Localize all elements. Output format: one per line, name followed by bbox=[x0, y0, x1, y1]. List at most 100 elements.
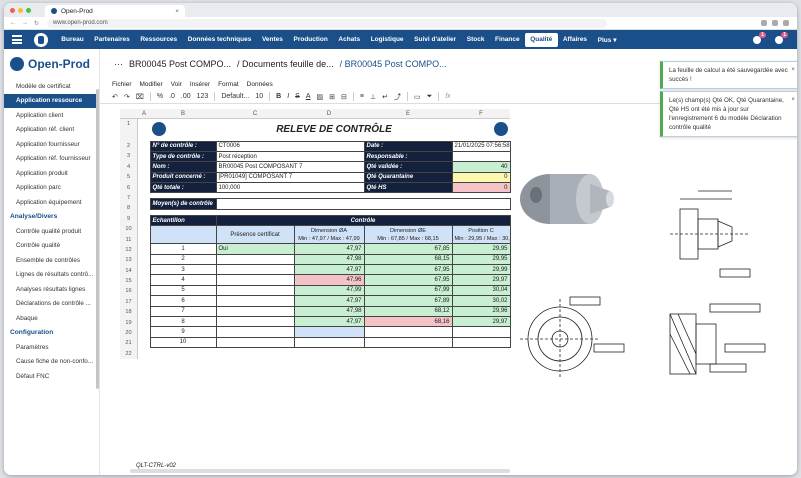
menu-item-3[interactable]: Données techniques bbox=[182, 30, 256, 49]
measure-cell-a[interactable]: 47,97 bbox=[293, 295, 365, 307]
row-number[interactable]: 8 bbox=[120, 203, 137, 213]
measure-cell-c[interactable]: 29,95 bbox=[451, 243, 511, 255]
measure-cell-c[interactable]: 29,97 bbox=[451, 315, 511, 328]
measure-cell-c[interactable] bbox=[451, 336, 511, 349]
presence-cell[interactable] bbox=[215, 295, 295, 307]
extension-icon[interactable] bbox=[761, 20, 767, 26]
value-responsable[interactable] bbox=[451, 150, 511, 163]
sample-number[interactable]: 8 bbox=[149, 315, 217, 328]
align-icon[interactable]: ≡ bbox=[360, 93, 364, 100]
measure-cell-e[interactable] bbox=[363, 336, 453, 349]
measure-cell-e[interactable]: 68,12 bbox=[363, 305, 453, 317]
row-number[interactable]: 22 bbox=[120, 349, 137, 359]
menu-item-4[interactable]: Ventes bbox=[257, 30, 289, 49]
font-size-select[interactable]: 10 bbox=[255, 93, 263, 100]
measure-cell-e[interactable]: 67,95 bbox=[363, 274, 453, 286]
row-number[interactable]: 21 bbox=[120, 338, 137, 348]
extension-icon[interactable] bbox=[772, 20, 778, 26]
breadcrumb-item[interactable]: BR00045 Post COMPO... bbox=[129, 59, 231, 69]
measure-cell-e[interactable]: 68,15 bbox=[363, 253, 453, 266]
measure-cell-a[interactable]: 47,97 bbox=[293, 243, 365, 255]
close-tab-icon[interactable]: × bbox=[175, 8, 179, 15]
forward-icon[interactable]: → bbox=[22, 20, 28, 27]
sheet-menu-item[interactable]: Insérer bbox=[190, 81, 210, 88]
row-number[interactable]: 10 bbox=[120, 224, 137, 234]
measure-cell-c[interactable]: 29,95 bbox=[451, 253, 511, 266]
browser-tab[interactable]: Open-Prod × bbox=[45, 5, 185, 17]
sidebar-item[interactable]: Déclarations de contrôle ... bbox=[4, 297, 99, 312]
measure-cell-a[interactable]: 47,97 bbox=[293, 263, 365, 276]
measure-cell-a[interactable]: 47,98 bbox=[293, 305, 365, 317]
menu-item-8[interactable]: Suivi d'atelier bbox=[409, 30, 462, 49]
menu-item-11[interactable]: Qualité bbox=[524, 32, 558, 47]
presence-cell[interactable] bbox=[215, 274, 295, 286]
measure-cell-e[interactable]: 67,85 bbox=[363, 243, 453, 255]
sidebar-item[interactable]: Contrôle qualité produit bbox=[4, 224, 99, 239]
bold-icon[interactable]: B bbox=[276, 93, 281, 100]
profile-icon[interactable] bbox=[783, 20, 789, 26]
decrease-decimal[interactable]: .0 bbox=[169, 93, 175, 100]
row-number[interactable]: 11 bbox=[120, 235, 137, 245]
sidebar-item[interactable]: Application réf. fournisseur bbox=[4, 152, 99, 167]
value-nom[interactable]: BR00045 Post COMPOSANT 7 bbox=[215, 161, 365, 173]
row-number[interactable]: 2 bbox=[120, 141, 137, 151]
row-number[interactable]: 18 bbox=[120, 307, 137, 317]
measure-cell-a[interactable]: 47,99 bbox=[293, 284, 365, 297]
sidebar-item[interactable]: Abaque bbox=[4, 311, 99, 326]
presence-cell[interactable]: Oui bbox=[215, 243, 295, 255]
increase-decimal[interactable]: .00 bbox=[181, 93, 191, 100]
sample-number[interactable]: 4 bbox=[149, 274, 217, 286]
measure-cell-a[interactable]: 47,98 bbox=[293, 253, 365, 266]
reload-icon[interactable]: ↻ bbox=[34, 20, 39, 27]
row-number[interactable]: 1 bbox=[120, 119, 137, 141]
close-icon[interactable]: × bbox=[791, 95, 795, 104]
presence-cell[interactable] bbox=[215, 336, 295, 349]
sidebar-item[interactable]: Application équipement bbox=[4, 195, 99, 210]
wrap-icon[interactable]: ↵ bbox=[382, 93, 388, 101]
row-number[interactable]: 17 bbox=[120, 297, 137, 307]
measure-cell-e[interactable]: 67,89 bbox=[363, 295, 453, 307]
app-logo-icon[interactable] bbox=[34, 32, 48, 47]
sidebar-item[interactable]: Analyses résultats lignes bbox=[4, 282, 99, 297]
valign-icon[interactable]: ⊥ bbox=[370, 93, 376, 101]
sheet-menu-item[interactable]: Modifier bbox=[140, 81, 163, 88]
sample-number[interactable]: 9 bbox=[149, 326, 217, 338]
hamburger-icon[interactable] bbox=[12, 35, 22, 44]
sidebar-item[interactable]: Cause fiche de non-confo... bbox=[4, 355, 99, 370]
sheet-menu-item[interactable]: Voir bbox=[171, 81, 182, 88]
address-bar[interactable]: www.open-prod.com bbox=[47, 18, 608, 28]
number-format[interactable]: 123 bbox=[197, 93, 209, 100]
measure-cell-c[interactable] bbox=[451, 326, 511, 338]
measure-cell-a[interactable] bbox=[293, 336, 365, 349]
sidebar-item[interactable]: Lignes de résultats contrô... bbox=[4, 268, 99, 283]
notification-bell-icon[interactable]: 1 bbox=[775, 31, 788, 44]
col-E[interactable]: E bbox=[364, 111, 452, 117]
menu-item-1[interactable]: Partenaires bbox=[89, 30, 135, 49]
breadcrumb-item[interactable]: / Documents feuille de... bbox=[237, 59, 334, 69]
menu-item-7[interactable]: Logistique bbox=[365, 30, 408, 49]
measure-cell-c[interactable]: 29,96 bbox=[451, 305, 511, 317]
breadcrumb-ellipsis[interactable]: ··· bbox=[114, 59, 123, 69]
menu-item-13[interactable]: Plus ▾ bbox=[592, 30, 621, 49]
back-icon[interactable]: ← bbox=[10, 20, 16, 27]
presence-cell[interactable] bbox=[215, 326, 295, 338]
col-D[interactable]: D bbox=[294, 111, 364, 117]
measure-cell-e[interactable]: 67,99 bbox=[363, 284, 453, 297]
menu-item-6[interactable]: Achats bbox=[333, 30, 365, 49]
presence-cell[interactable] bbox=[215, 284, 295, 297]
italic-icon[interactable]: I bbox=[287, 93, 289, 100]
row-number[interactable]: 15 bbox=[120, 276, 137, 286]
activity-icon[interactable]: 1 bbox=[753, 31, 766, 44]
sheet-menu-item[interactable]: Fichier bbox=[112, 81, 132, 88]
measure-cell-c[interactable]: 29,99 bbox=[451, 263, 511, 276]
menu-item-2[interactable]: Ressources bbox=[135, 30, 182, 49]
menu-item-9[interactable]: Stock bbox=[461, 30, 489, 49]
sidebar-item[interactable]: Application client bbox=[4, 108, 99, 123]
row-number[interactable]: 6 bbox=[120, 183, 137, 193]
horizontal-scrollbar[interactable] bbox=[130, 469, 510, 473]
row-number[interactable]: 19 bbox=[120, 318, 137, 328]
sidebar-item[interactable]: Contrôle qualité bbox=[4, 239, 99, 254]
measure-cell-a[interactable]: 47,96 bbox=[293, 274, 365, 286]
merge-icon[interactable]: ⊟ bbox=[341, 93, 347, 101]
row-number[interactable]: 20 bbox=[120, 328, 137, 338]
